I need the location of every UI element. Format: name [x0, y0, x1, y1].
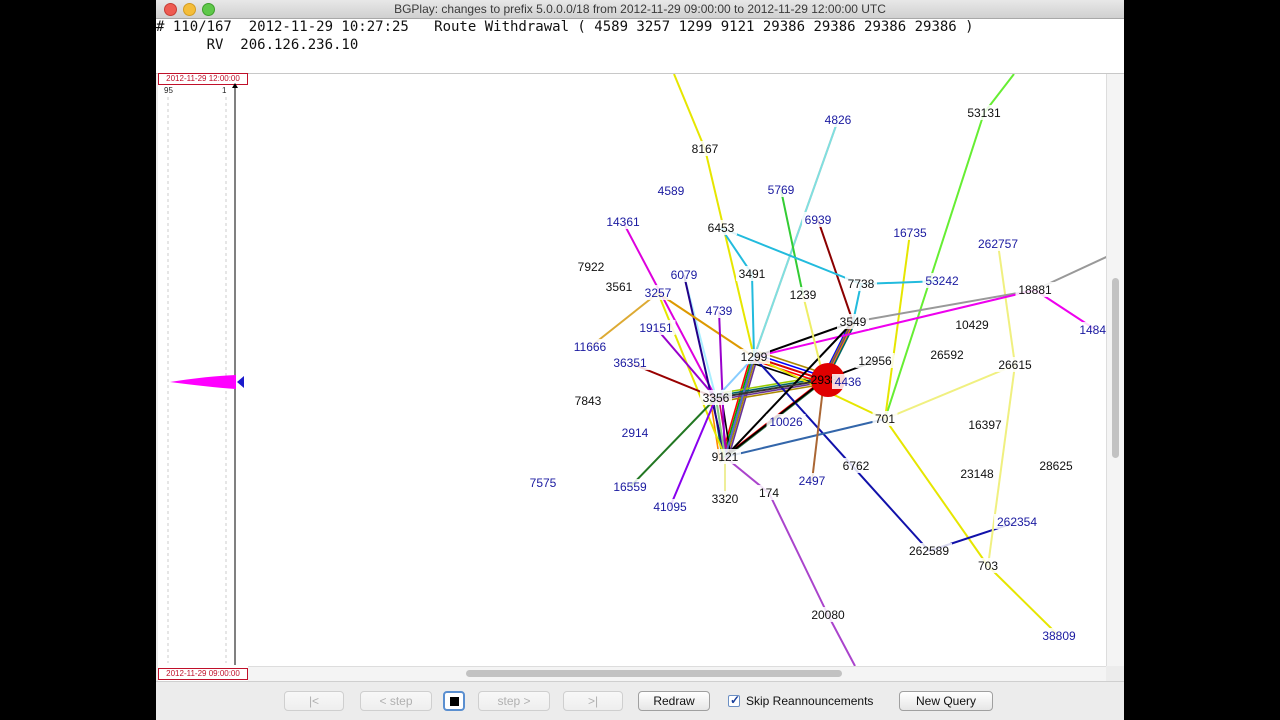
as-node[interactable]: 53131: [967, 106, 1001, 120]
as-node[interactable]: 28625: [1039, 459, 1073, 473]
horizontal-scrollbar[interactable]: [248, 666, 1106, 681]
as-graph[interactable]: 8167482653131458957696939167352627572830…: [248, 74, 1106, 666]
collector-peer-node[interactable]: 4826: [825, 113, 852, 127]
window-title: BGPlay: changes to prefix 5.0.0.0/18 fro…: [394, 2, 886, 16]
as-node[interactable]: 10429: [955, 318, 989, 332]
as-node[interactable]: 18881: [1018, 283, 1052, 297]
collector-peer-node[interactable]: 19151: [639, 321, 673, 335]
as-link-edge: [884, 364, 1016, 420]
collector-peer-node[interactable]: 7575: [530, 476, 557, 490]
title-bar: BGPlay: changes to prefix 5.0.0.0/18 fro…: [156, 0, 1124, 19]
as-link-edge: [768, 492, 829, 616]
timeline-panel[interactable]: 2012-11-29 12:00:00 95 1 2012-11-29 09:0…: [158, 73, 249, 683]
as-node[interactable]: 3549: [840, 315, 867, 329]
as-node[interactable]: 3561: [606, 280, 633, 294]
timeline-cursor-icon[interactable]: [237, 376, 244, 388]
as-node[interactable]: 701: [875, 412, 895, 426]
as-node[interactable]: 23148: [960, 467, 994, 481]
path-bundle-edge: [748, 361, 820, 386]
vertical-scrollbar[interactable]: [1106, 74, 1124, 666]
collector-peer-node[interactable]: 4436: [835, 375, 862, 389]
as-node[interactable]: 3491: [739, 267, 766, 281]
last-event-button[interactable]: >|: [563, 691, 623, 711]
as-node[interactable]: 20080: [811, 608, 845, 622]
as-link-edge: [987, 364, 1016, 567]
stop-button[interactable]: [443, 691, 465, 711]
skip-reannouncements-checkbox[interactable]: ✓: [728, 693, 741, 707]
skip-reannouncements-label: Skip Reannouncements: [746, 694, 874, 708]
collector-peer-node[interactable]: 16559: [613, 480, 647, 494]
bgplay-window: BGPlay: changes to prefix 5.0.0.0/18 fro…: [156, 0, 1124, 720]
checkmark-icon: ✓: [730, 693, 741, 707]
timeline-chart[interactable]: [158, 73, 248, 683]
event-info-panel: # 110/167 2012-11-29 10:27:25 Route With…: [156, 19, 1124, 74]
stop-icon: [450, 697, 459, 706]
as-graph-canvas[interactable]: 8167482653131458957696939167352627572830…: [248, 74, 1106, 666]
collector-peer-node[interactable]: 262354: [997, 515, 1037, 529]
redraw-button[interactable]: Redraw: [638, 691, 710, 711]
as-link-edge: [683, 274, 726, 458]
as-node[interactable]: 7738: [848, 277, 875, 291]
collector-peer-node[interactable]: 14840: [1079, 323, 1106, 337]
collector-peer-node[interactable]: 2914: [622, 426, 649, 440]
as-node[interactable]: 1299: [741, 350, 768, 364]
event-density-marker: [170, 375, 236, 389]
as-node[interactable]: 703: [978, 559, 998, 573]
as-node[interactable]: 262589: [909, 544, 949, 558]
as-link-edge: [715, 379, 825, 399]
collector-peer-node[interactable]: 16735: [893, 226, 927, 240]
collector-peer-node[interactable]: 53242: [925, 274, 959, 288]
collector-peer-node[interactable]: 38809: [1042, 629, 1076, 643]
as-node[interactable]: 3320: [712, 492, 739, 506]
horizontal-scroll-thumb[interactable]: [466, 670, 842, 677]
as-link-edge: [997, 243, 1016, 366]
collector-peer-node[interactable]: 6939: [805, 213, 832, 227]
collector-peer-node[interactable]: 2497: [799, 474, 826, 488]
collector-peer-node[interactable]: 262757: [978, 237, 1018, 251]
collector-peer-node[interactable]: 3257: [645, 286, 672, 300]
next-step-button[interactable]: step >: [478, 691, 550, 711]
as-link-edge: [751, 273, 755, 358]
as-link-edge: [817, 219, 854, 323]
as-node[interactable]: 174: [759, 486, 779, 500]
previous-step-button[interactable]: < step: [360, 691, 432, 711]
vertical-scroll-thumb[interactable]: [1112, 278, 1119, 458]
as-link-edge: [780, 189, 804, 296]
collector-peer-node[interactable]: 41095: [653, 500, 687, 514]
event-summary-line: # 110/167 2012-11-29 10:27:25 Route With…: [156, 19, 974, 35]
collector-peer-node[interactable]: 36351: [613, 356, 647, 370]
as-link-edge: [704, 148, 755, 358]
as-link-edge: [629, 397, 717, 488]
as-node[interactable]: 26592: [930, 348, 964, 362]
as-node[interactable]: 6762: [843, 459, 870, 473]
as-node[interactable]: 16397: [968, 418, 1002, 432]
new-query-button[interactable]: New Query: [899, 691, 993, 711]
as-node[interactable]: 12956: [858, 354, 892, 368]
as-node[interactable]: 6453: [708, 221, 735, 235]
timeline-axis-arrow: [232, 83, 238, 88]
collector-peer-node[interactable]: 4589: [658, 184, 685, 198]
collector-peer-node[interactable]: 4739: [706, 304, 733, 318]
as-node[interactable]: 7922: [578, 260, 605, 274]
as-node[interactable]: 9121: [712, 450, 739, 464]
route-collector-line: RV 206.126.236.10: [156, 37, 359, 53]
as-node[interactable]: 3356: [703, 391, 730, 405]
as-node[interactable]: 26615: [998, 358, 1032, 372]
as-link-edge: [987, 565, 1060, 637]
collector-peer-node[interactable]: 10026: [769, 415, 803, 429]
collector-peer-node[interactable]: 14361: [606, 215, 640, 229]
as-node[interactable]: 7843: [575, 394, 602, 408]
collector-peer-node[interactable]: 5769: [768, 183, 795, 197]
as-node[interactable]: 1239: [790, 288, 817, 302]
first-event-button[interactable]: |<: [284, 691, 344, 711]
as-link-edge: [827, 614, 856, 666]
playback-controls: |< < step step > >| Redraw ✓ Skip Reanno…: [156, 681, 1124, 720]
as-link-edge: [884, 232, 911, 420]
as-link-edge: [673, 74, 706, 150]
collector-peer-node[interactable]: 11666: [574, 340, 607, 354]
as-link-edge: [884, 112, 985, 420]
timeline-start-date: 2012-11-29 09:00:00: [158, 668, 248, 680]
collector-peer-node[interactable]: 6079: [671, 268, 698, 282]
as-node[interactable]: 8167: [692, 142, 719, 156]
